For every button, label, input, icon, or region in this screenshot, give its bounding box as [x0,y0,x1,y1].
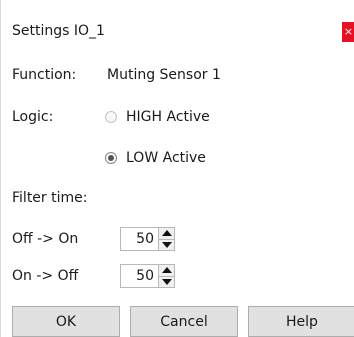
radio-low-active[interactable]: LOW Active [105,150,206,166]
function-value: Muting Sensor 1 [107,67,221,83]
off-to-on-increment-button[interactable] [159,228,174,240]
off-to-on-input[interactable] [120,227,158,251]
cancel-button[interactable]: Cancel [130,306,238,337]
ok-button[interactable]: OK [12,306,120,337]
off-to-on-spin-buttons [158,227,175,251]
radio-high-active[interactable]: HIGH Active [105,109,210,125]
radio-high-active-label: HIGH Active [126,109,210,125]
arrow-up-icon [161,267,172,274]
help-button[interactable]: Help [248,306,354,337]
radio-checked-icon[interactable] [105,152,117,164]
on-to-off-label: On -> Off [12,268,79,284]
arrow-down-icon [161,278,172,285]
off-to-on-spinner [120,227,175,251]
radio-low-active-label: LOW Active [126,150,206,166]
filter-time-label: Filter time: [12,190,88,206]
off-to-on-decrement-button[interactable] [159,240,174,251]
arrow-down-icon [161,241,172,248]
window-title: Settings IO_1 [12,23,105,39]
settings-dialog: Settings IO_1 × Function: Muting Sensor … [0,0,354,337]
arrow-up-icon [161,230,172,237]
close-button[interactable]: × [342,22,354,42]
on-to-off-spinner [120,264,175,288]
function-label: Function: [12,67,77,83]
logic-label: Logic: [12,109,54,125]
on-to-off-increment-button[interactable] [159,265,174,277]
close-icon: × [343,25,354,38]
radio-unchecked-icon[interactable] [105,111,117,123]
off-to-on-label: Off -> On [12,231,79,247]
on-to-off-spin-buttons [158,264,175,288]
on-to-off-decrement-button[interactable] [159,277,174,288]
dialog-buttons: OK Cancel Help [12,306,354,337]
on-to-off-input[interactable] [120,264,158,288]
